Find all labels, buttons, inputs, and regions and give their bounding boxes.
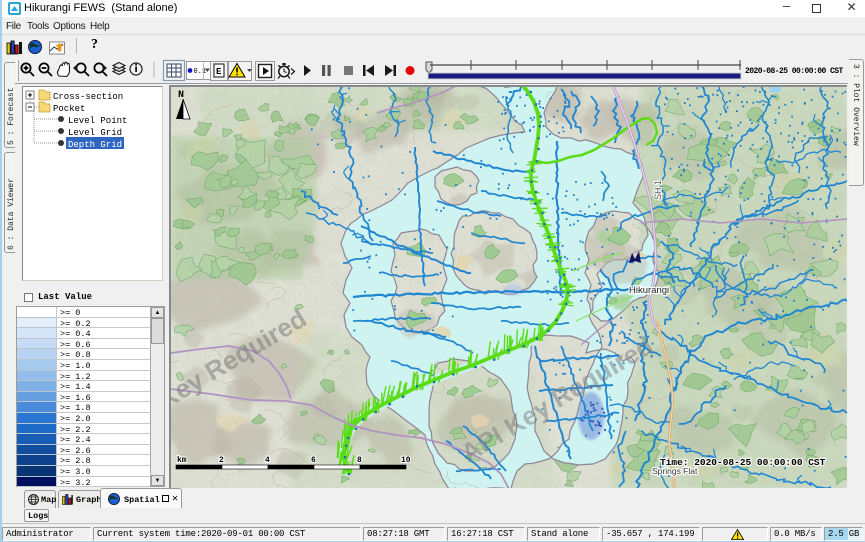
- svg-text:E: E: [216, 67, 222, 77]
- svg-text:Level Point: Level Point: [68, 116, 127, 126]
- svg-text:km: km: [177, 456, 187, 465]
- svg-text:Level Grid: Level Grid: [68, 128, 122, 138]
- svg-text:4: 4: [265, 456, 270, 465]
- svg-text:Cross-section: Cross-section: [53, 92, 123, 102]
- svg-text:Pocket: Pocket: [53, 104, 85, 114]
- svg-text:0.1: 0.1: [194, 68, 207, 76]
- svg-text:Depth Grid: Depth Grid: [68, 140, 122, 150]
- svg-text:2: 2: [219, 456, 224, 465]
- svg-text:SH 1: SH 1: [653, 180, 663, 200]
- svg-text:Hikurangi: Hikurangi: [629, 285, 669, 296]
- svg-text:Time: 2020-08-25 00:00:00 CST: Time: 2020-08-25 00:00:00 CST: [660, 457, 826, 468]
- svg-text:6: 6: [311, 456, 316, 465]
- svg-text:10: 10: [401, 456, 411, 465]
- svg-text:8: 8: [357, 456, 362, 465]
